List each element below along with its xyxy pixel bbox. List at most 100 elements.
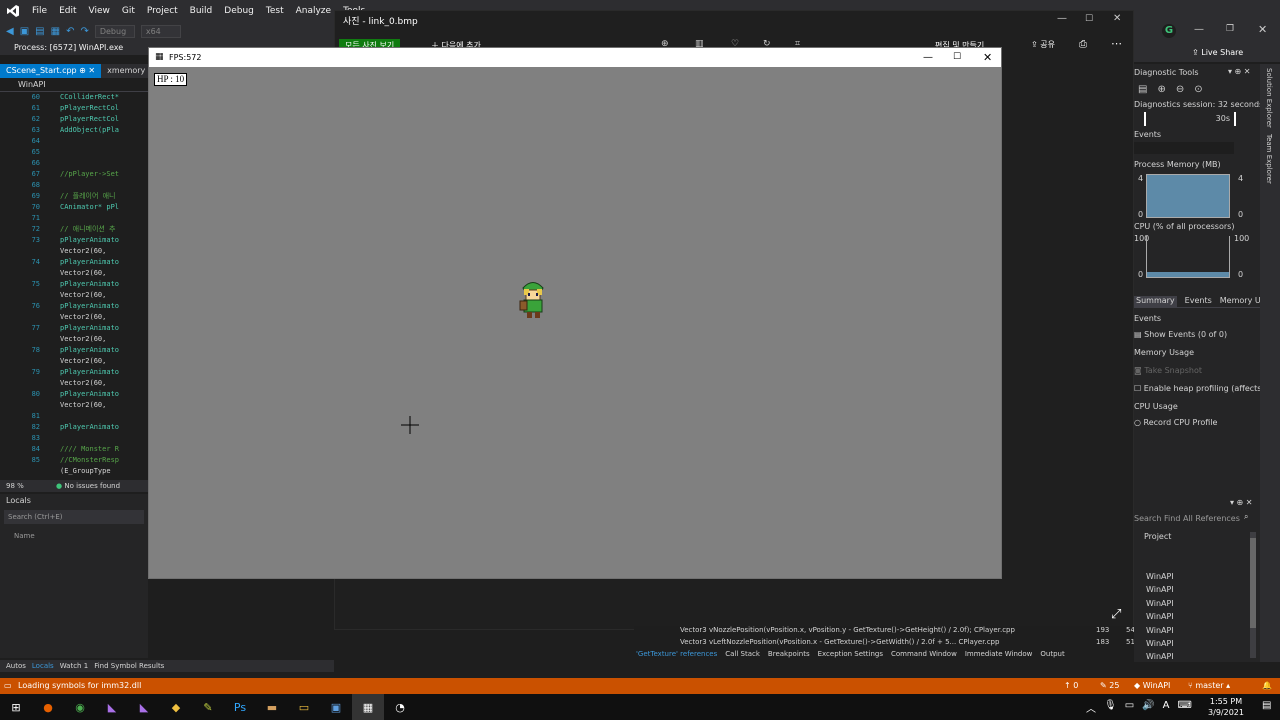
tab-memory-usage[interactable]: Memory Us (1220, 296, 1265, 307)
open-folder-icon[interactable]: ▤ (35, 26, 44, 37)
back-icon[interactable]: ◀ (6, 26, 14, 37)
code-line[interactable]: Vector2(60, (0, 334, 148, 345)
code-line[interactable]: 79 pPlayerAnimato (0, 367, 148, 378)
menu-edit[interactable]: Edit (53, 0, 82, 22)
code-line[interactable]: 63 AddObject(pPla (0, 125, 148, 136)
network-icon[interactable]: ▭ (1125, 700, 1134, 715)
code-line[interactable]: 62 pPlayerRectCol (0, 114, 148, 125)
tab-call-stack[interactable]: Call Stack (725, 650, 760, 658)
code-line[interactable]: (E_GroupType (0, 466, 148, 477)
reference-line[interactable]: Vector3 vLeftNozzlePosition(vPosition.x … (680, 638, 1135, 646)
game-maximize-icon[interactable]: ☐ (953, 48, 961, 67)
code-line[interactable]: 78 pPlayerAnimato (0, 345, 148, 356)
refs-panel-controls-icon[interactable]: ▾ ⊕ ✕ (1230, 498, 1253, 507)
windows-start-icon[interactable]: ⊞ (0, 694, 32, 720)
visual-studio-2-icon[interactable]: ◣ (128, 694, 160, 720)
action-center-icon[interactable]: ▤ (1262, 700, 1271, 711)
menu-test[interactable]: Test (260, 0, 290, 22)
team-explorer-tab[interactable]: Team Explorer (1265, 134, 1273, 184)
tab-watch1[interactable]: Watch 1 (60, 660, 88, 672)
tab-locals[interactable]: Locals (32, 660, 54, 672)
minimize-icon[interactable]: — (1194, 24, 1204, 35)
tray-chevron-icon[interactable]: ︿ (1086, 700, 1096, 715)
code-line[interactable]: 68 (0, 180, 148, 191)
code-line[interactable]: 80 pPlayerAnimato (0, 389, 148, 400)
push-count[interactable]: ↑ 0 (1064, 678, 1078, 694)
refs-row[interactable]: WinAPI (1146, 624, 1250, 637)
volume-icon[interactable]: 🔊 (1142, 700, 1154, 715)
code-line[interactable]: 65 (0, 147, 148, 158)
refs-search-input[interactable]: Search Find All References (1134, 514, 1240, 523)
photos-app-icon[interactable]: ▣ (320, 694, 352, 720)
code-line[interactable]: 83 (0, 433, 148, 444)
code-line[interactable]: Vector2(60, (0, 378, 148, 389)
game-minimize-icon[interactable]: — (923, 48, 933, 67)
zoom-out-icon[interactable]: ⊖ (1176, 84, 1184, 95)
close-icon[interactable]: ✕ (1258, 23, 1267, 36)
restore-icon[interactable]: ❐ (1226, 24, 1234, 34)
changes-count[interactable]: ✎ 25 (1100, 678, 1119, 694)
new-file-icon[interactable]: ▣ (20, 26, 29, 37)
locals-search-input[interactable]: Search (Ctrl+E) (4, 510, 144, 524)
config-select[interactable]: Debug (94, 24, 135, 38)
refs-row[interactable]: WinAPI (1146, 637, 1250, 650)
reset-view-icon[interactable]: ⊙ (1194, 84, 1202, 95)
fullscreen-icon[interactable]: ⤢ (1111, 607, 1121, 622)
taskbar-clock[interactable]: 1:55 PM 3/9/2021 (1206, 696, 1246, 718)
print-icon[interactable]: ⎙ (1079, 39, 1087, 50)
code-line[interactable]: Vector2(60, (0, 268, 148, 279)
tab-command-window[interactable]: Command Window (891, 650, 957, 658)
code-line[interactable]: Vector2(60, (0, 356, 148, 367)
tab-find-symbol[interactable]: Find Symbol Results (94, 660, 164, 672)
mic-icon[interactable]: 🎙 (1104, 700, 1117, 715)
photos-maximize-icon[interactable]: ☐ (1085, 14, 1093, 24)
tab-autos[interactable]: Autos (6, 660, 26, 672)
code-line[interactable]: 84 //// Monster R (0, 444, 148, 455)
code-line[interactable]: 82 pPlayerAnimato (0, 422, 148, 433)
notification-icon[interactable]: 🔔 (1262, 678, 1272, 694)
heap-profiling-checkbox[interactable]: ☐ Enable heap profiling (affects (1134, 384, 1261, 393)
pin-icon[interactable]: ⊕ (79, 66, 86, 75)
keyboard-icon[interactable]: ⌨ (1177, 700, 1191, 715)
firefox-icon[interactable]: ● (32, 694, 64, 720)
refs-row[interactable]: WinAPI (1146, 583, 1250, 596)
reference-line[interactable]: Vector3 vNozzlePosition(vPosition.x, vPo… (680, 626, 1135, 634)
code-line[interactable]: 60 CColliderRect* (0, 92, 148, 103)
select-tools-icon[interactable]: ▤ (1138, 84, 1147, 95)
platform-select[interactable]: x64 (140, 24, 181, 38)
code-editor[interactable]: 60 CColliderRect* 61 pPlayerRectCol 62 pPlaye… (0, 92, 148, 480)
zoom-level[interactable]: 98 % (6, 482, 24, 490)
menu-file[interactable]: File (26, 0, 53, 22)
tab-summary[interactable]: Summary (1134, 296, 1177, 307)
tab-events[interactable]: Events (1185, 296, 1212, 307)
code-line[interactable]: 71 (0, 213, 148, 224)
tab-xmemory[interactable]: xmemory (101, 64, 151, 78)
code-line[interactable]: 76 pPlayerAnimato (0, 301, 148, 312)
save-icon[interactable]: ▦ (51, 26, 60, 37)
tab-breakpoints[interactable]: Breakpoints (768, 650, 810, 658)
code-line[interactable]: 85 //CMonsterResp (0, 455, 148, 466)
undo-icon[interactable]: ↶ (66, 26, 74, 37)
refs-row[interactable]: WinAPI (1146, 570, 1250, 583)
git-icon[interactable]: ◆ (160, 694, 192, 720)
code-line[interactable]: 72 // 애니메이션 추 (0, 224, 148, 235)
tab-getTexture-references[interactable]: 'GetTexture' references (636, 650, 717, 658)
code-line[interactable]: 61 pPlayerRectCol (0, 103, 148, 114)
code-line[interactable]: 77 pPlayerAnimato (0, 323, 148, 334)
photoshop-icon[interactable]: Ps (224, 694, 256, 720)
refs-row[interactable]: WinAPI (1146, 610, 1250, 623)
code-line[interactable]: 70 CAnimator* pPl (0, 202, 148, 213)
repo-name[interactable]: ◆ WinAPI (1134, 678, 1170, 694)
code-line[interactable]: 66 (0, 158, 148, 169)
game-close-icon[interactable]: ✕ (983, 48, 992, 67)
zoom-in-icon[interactable]: ⊕ (1157, 84, 1165, 95)
code-line[interactable]: 64 (0, 136, 148, 147)
refs-row[interactable]: WinAPI (1146, 650, 1250, 663)
solution-explorer-tab[interactable]: Solution Explorer (1265, 68, 1273, 128)
more-icon[interactable]: ⋯ (1111, 37, 1122, 50)
code-line[interactable]: 81 (0, 411, 148, 422)
code-line[interactable]: 74 pPlayerAnimato (0, 257, 148, 268)
diag-pin-icon[interactable]: ▾ ⊕ ✕ (1228, 67, 1251, 76)
tool-icon[interactable]: ✎ (192, 694, 224, 720)
code-line[interactable]: Vector2(60, (0, 246, 148, 257)
